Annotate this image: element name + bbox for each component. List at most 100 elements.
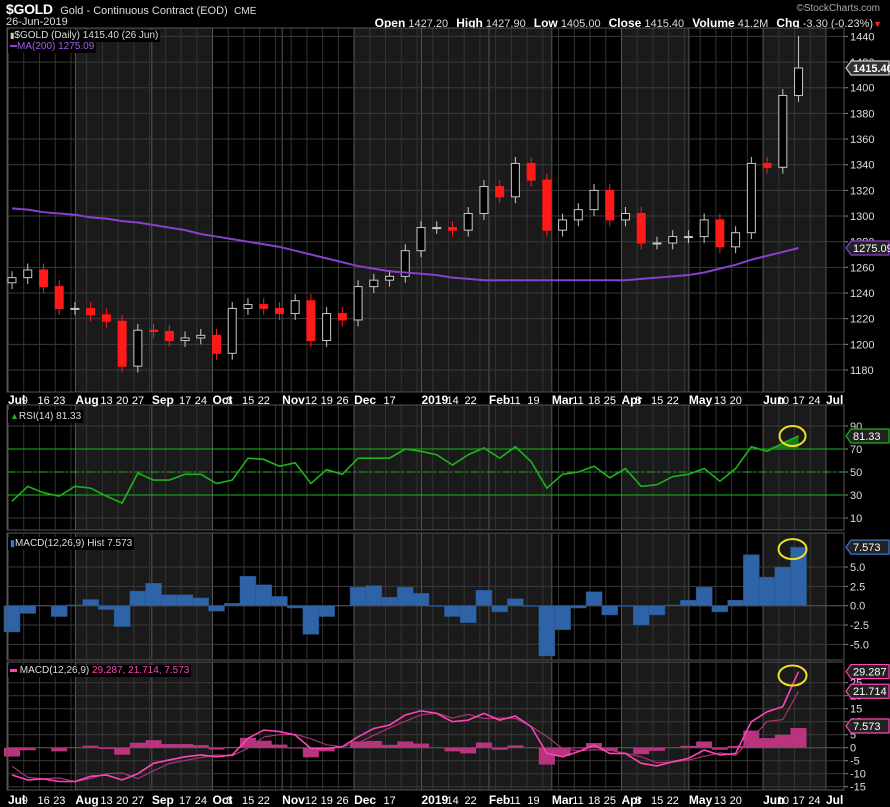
candle-body xyxy=(133,329,143,367)
month-band xyxy=(421,405,489,530)
candle xyxy=(636,207,646,250)
x-axis-label: May xyxy=(689,793,713,807)
candle-body xyxy=(652,242,662,245)
month-band xyxy=(551,405,622,530)
x-axis-label: 22 xyxy=(464,795,476,807)
candle-body xyxy=(259,304,269,309)
x-axis-label: 15 xyxy=(242,395,254,407)
x-axis-label: May xyxy=(689,393,713,407)
x-axis-label: Jul xyxy=(826,393,843,407)
candle-body xyxy=(495,186,505,198)
x-axis-label: 8 xyxy=(635,395,641,407)
month-band xyxy=(421,28,489,392)
hist-bar xyxy=(538,605,556,657)
macd-hist-bar xyxy=(397,741,414,748)
x-axis-label: 22 xyxy=(464,395,476,407)
hist-bar xyxy=(664,604,681,606)
macd-legend-name: MACD(12,26,9) xyxy=(19,665,90,676)
month-band xyxy=(282,533,355,660)
candle-body xyxy=(54,286,64,309)
x-axis-label: 9 xyxy=(22,795,28,807)
candle-body xyxy=(762,162,772,168)
candle-body xyxy=(322,313,332,341)
x-axis-label: 17 xyxy=(384,395,396,407)
x-axis-label: Sep xyxy=(152,393,174,407)
candle-body xyxy=(196,334,206,339)
candle-body xyxy=(621,212,630,221)
hist-bar xyxy=(758,576,776,606)
hist-bar xyxy=(774,566,792,606)
hist-bar xyxy=(255,584,272,606)
x-axis-label: 14 xyxy=(446,395,458,407)
macd-hist-value-tag-text: 7.573 xyxy=(853,721,881,733)
hist-legend: ▮MACD(12,26,9) Hist 7.573 xyxy=(8,537,135,550)
macd-hist-bar xyxy=(413,743,429,748)
axis-tick-label: 1180 xyxy=(850,365,874,377)
hist-value-tag: 7.573 xyxy=(845,539,890,555)
candle-body xyxy=(243,304,253,309)
candle xyxy=(715,213,725,254)
hist-bar xyxy=(129,590,147,606)
axis-tick-label: -10 xyxy=(850,769,866,781)
x-axis-label: 11 xyxy=(572,395,583,407)
macd-hist-bar xyxy=(633,747,650,755)
hist-bar xyxy=(82,599,99,606)
x-axis-label: 20 xyxy=(730,395,742,407)
ma-legend-text: MA(200) 1275.09 xyxy=(17,41,95,52)
hist-bar xyxy=(145,583,162,606)
candle xyxy=(510,157,520,204)
hist-bar xyxy=(271,596,288,606)
macd-hist-bar xyxy=(287,747,304,749)
x-axis-label: 2019 xyxy=(421,793,448,807)
axis-tick-label: 1440 xyxy=(850,31,874,43)
x-axis-label: Dec xyxy=(354,393,376,407)
x-axis-label: 22 xyxy=(258,395,270,407)
x-axis-label: 24 xyxy=(808,795,820,807)
x-axis-label: 15 xyxy=(242,795,254,807)
candle-body xyxy=(699,219,709,238)
axis-tick-label: 15 xyxy=(850,704,862,716)
candle-body xyxy=(385,275,395,281)
x-axis-label: 19 xyxy=(321,395,333,407)
candle-body xyxy=(479,186,489,214)
x-axis-label: 11 xyxy=(572,795,583,807)
candle-body xyxy=(38,269,48,288)
macd-hist-bar xyxy=(114,747,131,755)
month-band xyxy=(212,662,283,790)
month-band xyxy=(151,405,213,530)
macd-hist-bar xyxy=(570,747,587,749)
candle-body xyxy=(23,269,33,279)
hist-bar xyxy=(98,605,115,610)
axis-tick-label: 5.0 xyxy=(850,562,865,574)
hist-bar xyxy=(381,596,398,606)
x-axis-label: 20 xyxy=(116,395,128,407)
macd-hist-bar xyxy=(365,740,382,748)
candle-body xyxy=(227,307,237,354)
panel-macd-hist xyxy=(3,533,844,660)
macd-hist-bar xyxy=(460,747,477,754)
x-axis-label: 25 xyxy=(604,395,616,407)
x-axis-label: 12 xyxy=(305,795,317,807)
hist-bar xyxy=(208,605,225,612)
hist-bar xyxy=(601,605,619,616)
price-legend-text: $GOLD (Daily) 1415.40 (26 Jun) xyxy=(14,30,159,41)
hist-bar xyxy=(192,597,210,606)
hist-bar xyxy=(444,605,461,617)
x-axis-label: 10 xyxy=(777,795,789,807)
month-band xyxy=(621,405,689,530)
hist-bar xyxy=(349,586,367,606)
candle-body xyxy=(683,236,693,239)
hist-bar xyxy=(695,586,713,606)
candle-body xyxy=(731,232,741,248)
candle-body xyxy=(778,94,788,168)
x-axis-label: Aug xyxy=(75,793,98,807)
hist-bar xyxy=(161,594,178,606)
macd-hist-bar xyxy=(98,747,115,749)
x-axis-label: 8 xyxy=(226,395,232,407)
macd-hist-bar xyxy=(711,747,728,750)
macd-hist-bar xyxy=(491,747,508,750)
x-axis-label: 19 xyxy=(321,795,333,807)
macd-hist-bar xyxy=(224,746,241,748)
macd-hist-bar xyxy=(790,728,807,748)
candle xyxy=(542,173,552,237)
